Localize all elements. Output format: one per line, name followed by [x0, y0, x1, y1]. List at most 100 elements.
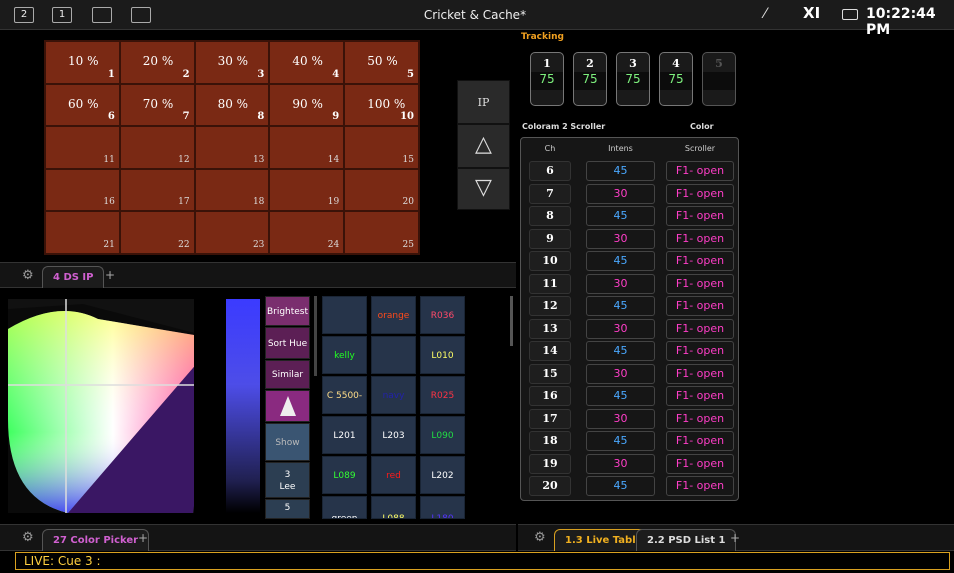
fader-cell[interactable]: 14	[269, 126, 345, 169]
intensity-cell[interactable]: 45	[586, 161, 655, 181]
fader-cell[interactable]: 70 % 7	[119, 83, 195, 127]
channel-cell[interactable]: 11	[529, 273, 571, 294]
add-tab-button[interactable]: +	[138, 531, 148, 545]
show-button[interactable]: Show	[265, 423, 310, 461]
scroller-cell[interactable]: F1- open	[666, 318, 734, 339]
color-swatch[interactable]: L202	[420, 456, 465, 494]
wand-icon[interactable]: ⁄	[764, 6, 766, 22]
color-swatch[interactable]: L088	[371, 496, 416, 519]
fader-cell[interactable]: 100 % 10	[344, 83, 419, 127]
scroller-cell[interactable]: F1- open	[666, 228, 734, 249]
camera-icon[interactable]	[842, 9, 858, 20]
gear-icon[interactable]: ⚙	[534, 530, 546, 545]
scroller-cell[interactable]: F1- open	[666, 341, 734, 361]
add-tab-button[interactable]: +	[105, 268, 115, 282]
tab-psd-list[interactable]: 2.2 PSD List 1	[636, 529, 737, 551]
intensity-cell[interactable]: 30	[586, 273, 655, 294]
scroller-cell[interactable]: F1- open	[666, 296, 734, 316]
intensity-cell[interactable]: 45	[586, 251, 655, 271]
tab-4-ds-ip[interactable]: 4 DS IP	[42, 266, 105, 288]
color-swatch[interactable]: L090	[420, 416, 465, 454]
scroller-cell[interactable]: F1- open	[666, 206, 734, 226]
fader-cell[interactable]: 16	[45, 168, 120, 212]
cie-color-diagram[interactable]	[8, 299, 194, 513]
fader-cell[interactable]: 30 % 3	[194, 41, 270, 84]
intensity-cell[interactable]: 30	[586, 408, 655, 429]
workspace-3-button[interactable]	[92, 7, 112, 23]
intensity-cell[interactable]: 45	[586, 296, 655, 316]
intensity-cell[interactable]: 45	[586, 206, 655, 226]
channel-cell[interactable]: 19	[529, 453, 571, 474]
channel-cell[interactable]: 7	[529, 183, 571, 204]
channel-cell[interactable]: 18	[529, 431, 571, 451]
channel-cell[interactable]: 14	[529, 341, 571, 361]
lee-3-button[interactable]: 3 Lee	[265, 462, 310, 498]
scroller-cell[interactable]: F1- open	[666, 476, 734, 496]
channel-cell[interactable]: 15	[529, 363, 571, 384]
scroller-cell[interactable]: F1- open	[666, 273, 734, 294]
brightest-button[interactable]: Brightest	[265, 296, 310, 326]
color-swatch[interactable]: red	[371, 456, 416, 494]
fader-cell[interactable]: 19	[269, 168, 345, 212]
color-swatch[interactable]: C 5500-280K	[322, 376, 367, 439]
color-swatch[interactable]: navy blue	[371, 376, 416, 439]
intensity-cell[interactable]: 30	[586, 363, 655, 384]
similar-button[interactable]: Similar	[265, 360, 310, 389]
scroller-cell[interactable]: F1- open	[666, 161, 734, 181]
channel-cell[interactable]: 12	[529, 296, 571, 316]
add-tab-button[interactable]: +	[730, 531, 740, 545]
scroller-cell[interactable]: F1- open	[666, 431, 734, 451]
fader-cell[interactable]: 24	[269, 211, 345, 254]
ip-button[interactable]: IP	[457, 80, 510, 124]
cue-box[interactable]: 3 75	[616, 52, 650, 106]
channel-cell[interactable]: 8	[529, 206, 571, 226]
color-swatch[interactable]	[322, 296, 367, 334]
intensity-cell[interactable]: 45	[586, 431, 655, 451]
intensity-cell[interactable]: 30	[586, 453, 655, 474]
fader-cell[interactable]: 50 % 5	[344, 41, 419, 84]
scroller-cell[interactable]: F1- open	[666, 183, 734, 204]
intensity-cell[interactable]: 45	[586, 476, 655, 496]
channel-cell[interactable]: 17	[529, 408, 571, 429]
fader-cell[interactable]: 23	[194, 211, 270, 254]
fader-cell[interactable]: 90 % 9	[269, 83, 345, 127]
page-up-icon[interactable]: △	[457, 124, 510, 168]
sort-hue-button[interactable]: Sort Hue	[265, 327, 310, 359]
fader-cell[interactable]: 60 % 6	[45, 83, 120, 127]
channel-cell[interactable]: 6	[529, 161, 571, 181]
fader-cell[interactable]: 25	[344, 211, 419, 254]
intensity-cell[interactable]: 30	[586, 183, 655, 204]
color-swatch[interactable]: kelly green	[322, 336, 367, 399]
fader-cell[interactable]: 17	[119, 168, 195, 212]
color-swatch[interactable]	[371, 336, 416, 374]
intensity-cell[interactable]: 45	[586, 341, 655, 361]
channel-cell[interactable]: 20	[529, 476, 571, 496]
gear-icon[interactable]: ⚙	[22, 268, 34, 283]
workspace-1-button[interactable]: 1	[52, 7, 72, 23]
color-swatch[interactable]: L203	[371, 416, 416, 454]
fader-cell[interactable]: 22	[119, 211, 195, 254]
channel-cell[interactable]: 9	[529, 228, 571, 249]
page-5-button[interactable]: 5	[265, 499, 310, 519]
intensity-cell[interactable]: 30	[586, 318, 655, 339]
color-swatch[interactable]: R025	[420, 376, 465, 414]
channel-cell[interactable]: 13	[529, 318, 571, 339]
fader-cell[interactable]: 11	[45, 126, 120, 169]
workspace-4-button[interactable]	[131, 7, 151, 23]
color-swatch[interactable]: L180	[420, 496, 465, 519]
cue-box[interactable]: 4 75	[659, 52, 693, 106]
tab-color-picker[interactable]: 27 Color Picker	[42, 529, 150, 551]
workspace-2-button[interactable]: 2	[14, 7, 34, 23]
fader-cell[interactable]: 12	[119, 126, 195, 169]
intensity-cell[interactable]: 45	[586, 386, 655, 406]
fader-cell[interactable]: 20	[344, 168, 419, 212]
channel-cell[interactable]: 10	[529, 251, 571, 271]
channel-cell[interactable]: 16	[529, 386, 571, 406]
fader-cell[interactable]: 40 % 4	[269, 41, 345, 84]
scroller-cell[interactable]: F1- open	[666, 408, 734, 429]
color-swatch[interactable]: orange	[371, 296, 416, 334]
page-down-icon[interactable]: ▽	[457, 168, 510, 210]
cue-box[interactable]: 5	[702, 52, 736, 106]
swatch-scrollbar[interactable]	[510, 296, 513, 346]
color-swatch[interactable]: green	[322, 496, 367, 519]
